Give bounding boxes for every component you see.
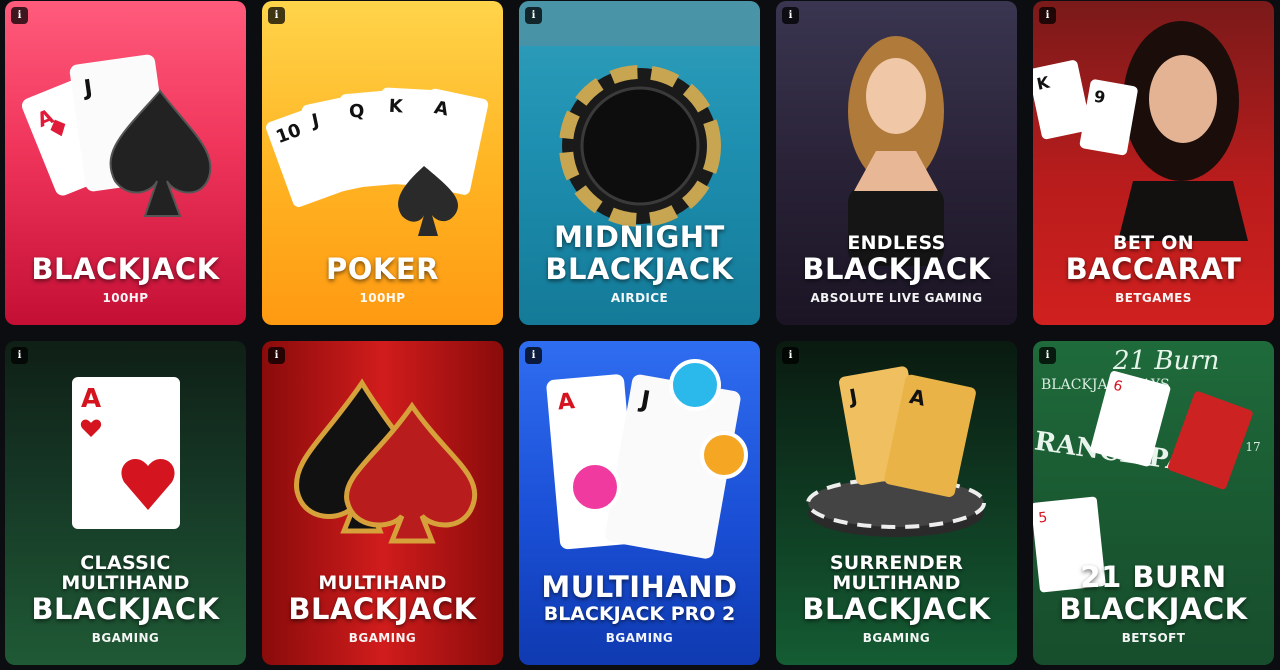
game-title-pre: MULTIHAND — [318, 572, 447, 594]
info-icon[interactable]: i — [782, 7, 799, 24]
svg-text:A: A — [81, 384, 101, 414]
game-title: BLACKJACK — [802, 252, 991, 286]
game-tile-multihand-blackjack[interactable]: i MULTIHAND BLACKJACK BGAMING — [262, 341, 503, 665]
game-provider: BGAMING — [605, 631, 674, 645]
game-title: MULTIHAND — [541, 570, 738, 604]
game-title-pre: ENDLESS — [847, 232, 946, 254]
game-title: BLACKJACK — [1059, 592, 1248, 626]
game-title: BLACKJACK — [545, 252, 734, 286]
game-title: BLACKJACK — [288, 592, 477, 626]
game-tile-midnight-blackjack[interactable]: i MIDNIGHT BLACKJACK AIRDICE — [519, 1, 760, 325]
game-title-pre2: MULTIHAND — [61, 572, 190, 594]
game-grid: i A J BLACKJACK 100HP i 10 J Q K A POKER… — [0, 0, 1280, 670]
game-title-pre: SURRENDER — [829, 552, 964, 574]
game-tile-classic-multihand-blackjack[interactable]: i A CLASSIC MULTIHAND BLACKJACK BGAMING — [5, 341, 246, 665]
svg-text:A: A — [557, 389, 576, 415]
game-provider: BGAMING — [348, 631, 417, 645]
game-provider: BETGAMES — [1115, 291, 1192, 305]
svg-text:5: 5 — [1038, 510, 1049, 527]
game-title-pre: MIDNIGHT — [554, 220, 725, 254]
info-icon[interactable]: i — [11, 7, 28, 24]
game-title: POKER — [325, 252, 440, 286]
info-icon[interactable]: i — [1039, 7, 1056, 24]
info-icon[interactable]: i — [525, 7, 542, 24]
game-title-pre: CLASSIC — [80, 552, 171, 574]
svg-text:21 Burn: 21 Burn — [1112, 346, 1219, 376]
game-title-pre: BET ON — [1113, 232, 1194, 254]
game-tile-poker[interactable]: i 10 J Q K A POKER 100HP — [262, 1, 503, 325]
game-provider: BGAMING — [862, 631, 931, 645]
game-title: BLACKJACK — [31, 252, 220, 286]
game-title: BLACKJACK — [31, 592, 220, 626]
info-icon[interactable]: i — [268, 347, 285, 364]
game-provider: 100HP — [102, 291, 149, 305]
svg-text:Q: Q — [348, 101, 365, 123]
game-tile-21-burn-blackjack[interactable]: i 21 Burn BLACKJACK PAYS RANCE PAYS ON S… — [1033, 341, 1274, 665]
game-title-pre2: MULTIHAND — [832, 572, 961, 594]
info-icon[interactable]: i — [1039, 347, 1056, 364]
game-provider: ABSOLUTE LIVE GAMING — [810, 291, 983, 305]
game-title: BLACKJACK — [802, 592, 991, 626]
info-icon[interactable]: i — [268, 7, 285, 24]
info-icon[interactable]: i — [782, 347, 799, 364]
game-tile-surrender-multihand-blackjack[interactable]: i J A SURRENDER MULTIHAND BLACKJACK BGAM… — [776, 341, 1017, 665]
info-icon[interactable]: i — [11, 347, 28, 364]
game-provider: BETSOFT — [1121, 631, 1186, 645]
game-tile-bet-on-baccarat[interactable]: i K 9 BET ON BACCARAT BETGAMES — [1033, 1, 1274, 325]
info-icon[interactable]: i — [525, 347, 542, 364]
game-provider: AIRDICE — [610, 291, 669, 305]
game-provider: BGAMING — [91, 631, 160, 645]
game-tile-multihand-blackjack-pro-2[interactable]: i A J MULTIHAND BLACKJACK PRO 2 BGAMING — [519, 341, 760, 665]
game-title: BACCARAT — [1065, 252, 1242, 286]
game-tile-endless-blackjack[interactable]: i ENDLESS BLACKJACK ABSOLUTE LIVE GAMING — [776, 1, 1017, 325]
game-title-pre: 21 BURN — [1080, 560, 1227, 594]
game-tile-blackjack-100hp[interactable]: i A J BLACKJACK 100HP — [5, 1, 246, 325]
svg-text:K: K — [388, 96, 404, 118]
game-provider: 100HP — [359, 291, 406, 305]
game-subtitle: BLACKJACK PRO 2 — [543, 603, 736, 625]
